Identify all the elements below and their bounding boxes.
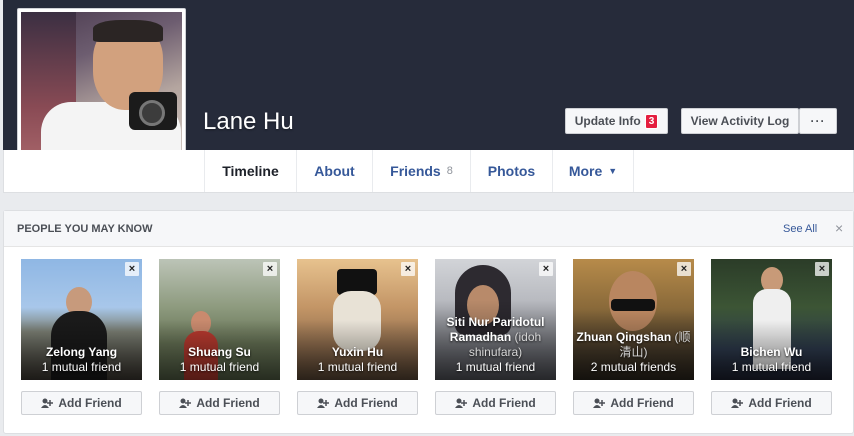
mutual-friends[interactable]: 2 mutual friends bbox=[575, 360, 692, 375]
tab-about-label: About bbox=[314, 163, 355, 179]
person-name[interactable]: Bichen Wu bbox=[713, 345, 830, 360]
profile-name[interactable]: Lane Hu bbox=[203, 108, 294, 136]
close-icon[interactable]: × bbox=[835, 220, 843, 236]
person-name[interactable]: Shuang Su bbox=[161, 345, 278, 360]
add-friend-label: Add Friend bbox=[58, 396, 122, 410]
person-name-text: Zhuan Qingshan bbox=[576, 330, 672, 344]
person-photo[interactable]: × Bichen Wu 1 mutual friend bbox=[711, 259, 832, 380]
dismiss-icon[interactable]: × bbox=[401, 262, 415, 276]
add-friend-button[interactable]: Add Friend bbox=[21, 391, 142, 415]
dismiss-icon[interactable]: × bbox=[677, 262, 691, 276]
mutual-friends[interactable]: 1 mutual friend bbox=[161, 360, 278, 375]
tab-timeline[interactable]: Timeline bbox=[204, 150, 296, 192]
add-friend-button[interactable]: Add Friend bbox=[711, 391, 832, 415]
tab-timeline-label: Timeline bbox=[222, 163, 279, 179]
person-photo[interactable]: × Yuxin Hu 1 mutual friend bbox=[297, 259, 418, 380]
add-friend-icon bbox=[593, 398, 606, 408]
mutual-friends[interactable]: 1 mutual friend bbox=[299, 360, 416, 375]
add-friend-icon bbox=[731, 398, 744, 408]
mutual-friends[interactable]: 1 mutual friend bbox=[437, 360, 554, 375]
tab-photos[interactable]: Photos bbox=[470, 150, 552, 192]
dismiss-icon[interactable]: × bbox=[125, 262, 139, 276]
add-friend-icon bbox=[179, 398, 192, 408]
mutual-friends[interactable]: 1 mutual friend bbox=[23, 360, 140, 375]
add-friend-label: Add Friend bbox=[196, 396, 260, 410]
view-activity-log-button[interactable]: View Activity Log bbox=[681, 108, 799, 134]
mutual-friends[interactable]: 1 mutual friend bbox=[713, 360, 830, 375]
friends-count: 8 bbox=[446, 165, 453, 177]
notification-badge: 3 bbox=[644, 113, 659, 129]
view-activity-log-label: View Activity Log bbox=[690, 114, 790, 128]
dismiss-icon[interactable]: × bbox=[263, 262, 277, 276]
add-friend-button[interactable]: Add Friend bbox=[435, 391, 556, 415]
chevron-down-icon: ▼ bbox=[608, 166, 618, 176]
tab-more-label: More bbox=[568, 163, 603, 179]
person-photo[interactable]: × Siti Nur Paridotul Ramadhan (idoh shin… bbox=[435, 259, 556, 380]
profile-photo-image bbox=[21, 12, 182, 173]
person-card: × Zhuan Qingshan (顺清山) 2 mutual friends … bbox=[573, 259, 694, 415]
add-friend-button[interactable]: Add Friend bbox=[573, 391, 694, 415]
update-info-label: Update Info bbox=[574, 114, 641, 128]
more-options-label: ··· bbox=[810, 114, 826, 128]
add-friend-label: Add Friend bbox=[610, 396, 674, 410]
person-card: × Zelong Yang 1 mutual friend Add Friend bbox=[21, 259, 142, 415]
person-card: × Siti Nur Paridotul Ramadhan (idoh shin… bbox=[435, 259, 556, 415]
person-photo[interactable]: × Zhuan Qingshan (顺清山) 2 mutual friends bbox=[573, 259, 694, 380]
pymk-header: PEOPLE YOU MAY KNOW See All × bbox=[4, 211, 853, 247]
add-friend-button[interactable]: Add Friend bbox=[159, 391, 280, 415]
person-photo[interactable]: × Zelong Yang 1 mutual friend bbox=[21, 259, 142, 380]
profile-tab-bar: Timeline About Friends 8 Photos More ▼ bbox=[3, 150, 854, 193]
add-friend-button[interactable]: Add Friend bbox=[297, 391, 418, 415]
tab-photos-label: Photos bbox=[487, 163, 536, 179]
person-name[interactable]: Yuxin Hu bbox=[299, 345, 416, 360]
people-you-may-know-panel: PEOPLE YOU MAY KNOW See All × × Zelong Y… bbox=[3, 210, 854, 434]
person-name[interactable]: Zhuan Qingshan (顺清山) bbox=[575, 330, 692, 360]
tab-about[interactable]: About bbox=[296, 150, 372, 192]
person-card: × Bichen Wu 1 mutual friend Add Friend bbox=[711, 259, 832, 415]
tab-friends-label: Friends bbox=[390, 163, 441, 179]
dismiss-icon[interactable]: × bbox=[539, 262, 553, 276]
tab-more[interactable]: More ▼ bbox=[552, 150, 634, 192]
pymk-title: PEOPLE YOU MAY KNOW bbox=[17, 223, 153, 235]
person-name[interactable]: Zelong Yang bbox=[23, 345, 140, 360]
see-all-link[interactable]: See All bbox=[783, 223, 817, 235]
update-info-button[interactable]: Update Info 3 bbox=[565, 108, 668, 134]
add-friend-label: Add Friend bbox=[748, 396, 812, 410]
person-name[interactable]: Siti Nur Paridotul Ramadhan (idoh shinuf… bbox=[437, 315, 554, 360]
add-friend-icon bbox=[41, 398, 54, 408]
person-card: × Yuxin Hu 1 mutual friend Add Friend bbox=[297, 259, 418, 415]
person-photo[interactable]: × Shuang Su 1 mutual friend bbox=[159, 259, 280, 380]
add-friend-label: Add Friend bbox=[472, 396, 536, 410]
add-friend-icon bbox=[455, 398, 468, 408]
dismiss-icon[interactable]: × bbox=[815, 262, 829, 276]
person-card: × Shuang Su 1 mutual friend Add Friend bbox=[159, 259, 280, 415]
tab-friends[interactable]: Friends 8 bbox=[372, 150, 470, 192]
add-friend-icon bbox=[317, 398, 330, 408]
add-friend-label: Add Friend bbox=[334, 396, 398, 410]
more-options-button[interactable]: ··· bbox=[799, 108, 837, 134]
